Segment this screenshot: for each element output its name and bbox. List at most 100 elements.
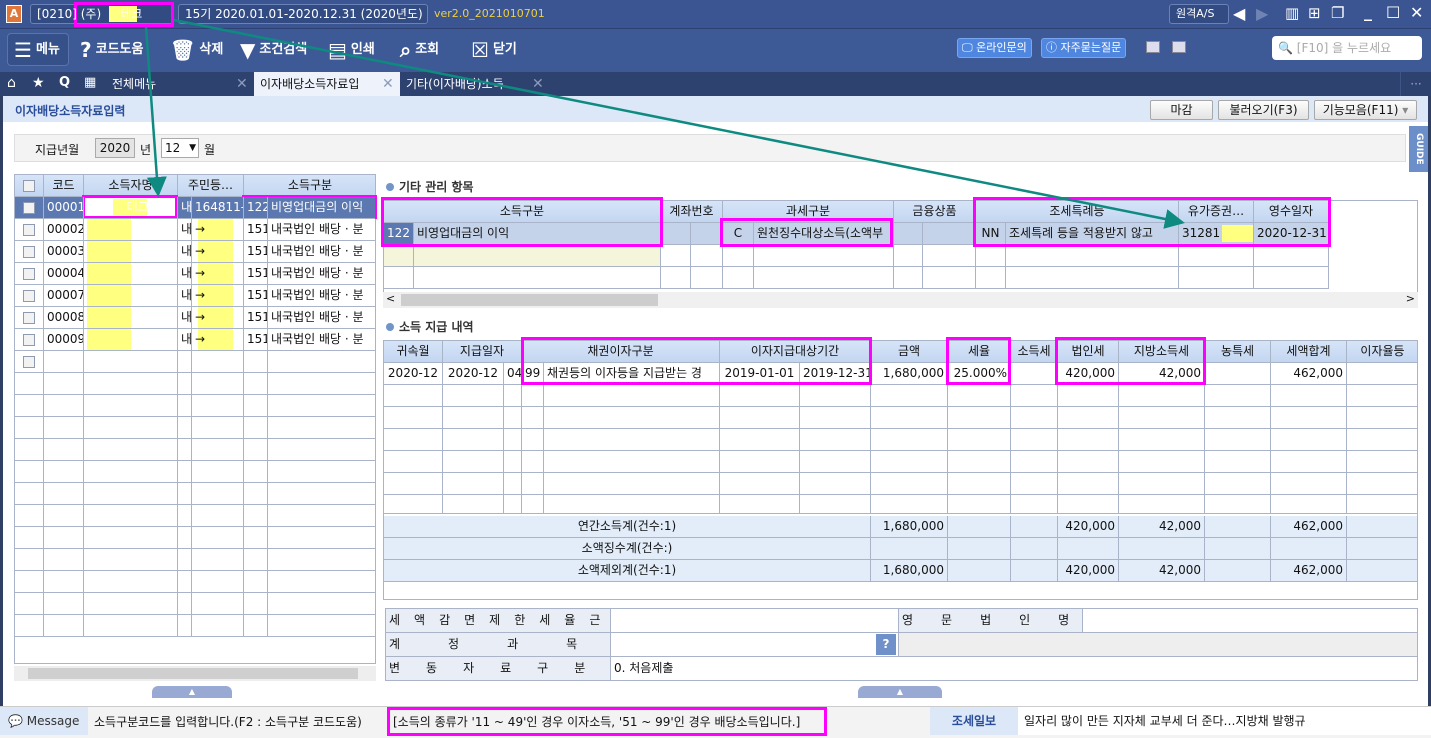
cell-amount[interactable]: 1,680,000 bbox=[871, 363, 948, 385]
empty-cell[interactable] bbox=[1179, 267, 1254, 289]
close-tab-icon[interactable]: ✕ bbox=[236, 72, 248, 96]
change-type-select[interactable]: 0. 처음제출 bbox=[610, 656, 1418, 681]
checkbox-icon[interactable] bbox=[23, 267, 35, 280]
cell-nat[interactable]: 내 bbox=[178, 241, 192, 263]
cell-to[interactable]: 2019-12-31 bbox=[800, 363, 871, 385]
empty-cell[interactable] bbox=[1347, 495, 1417, 514]
empty-cell[interactable] bbox=[384, 385, 443, 407]
cell-inc_name[interactable]: 비영업대금의 이익 bbox=[414, 223, 661, 245]
cell-rate[interactable]: 25.000% bbox=[948, 363, 1011, 385]
online-inquiry-button[interactable]: 🖵 온라인문의 bbox=[957, 38, 1032, 58]
tab-interest-dividend-input[interactable]: 이자배당소득자료입 ✕ bbox=[254, 72, 400, 96]
layout-left-icon[interactable] bbox=[1146, 41, 1160, 53]
empty-cell[interactable] bbox=[871, 407, 948, 429]
cell-nat[interactable]: 내 bbox=[178, 285, 192, 307]
year-input[interactable]: 2020 bbox=[95, 138, 135, 158]
cell-inc_name[interactable]: 내국법인 배당 · 분 bbox=[268, 263, 375, 285]
cell-bond_code[interactable]: 99 bbox=[522, 363, 544, 385]
row-checkbox[interactable] bbox=[15, 197, 44, 219]
checkbox-icon[interactable] bbox=[23, 223, 35, 236]
faq-button[interactable]: ⓘ 자주묻는질문 bbox=[1041, 38, 1127, 58]
empty-cell[interactable] bbox=[661, 267, 691, 289]
empty-cell[interactable] bbox=[522, 473, 544, 495]
more-tabs-icon[interactable]: ··· bbox=[1400, 72, 1431, 96]
minimize-icon[interactable]: _ bbox=[1364, 2, 1372, 21]
cell-empty[interactable] bbox=[691, 223, 723, 245]
empty-cell[interactable] bbox=[1011, 385, 1058, 407]
cell-name[interactable]: (주) 테크 bbox=[84, 197, 178, 219]
load-button[interactable]: 불러오기(F3) bbox=[1218, 100, 1309, 120]
empty-cell[interactable] bbox=[504, 495, 522, 514]
row-checkbox[interactable] bbox=[15, 351, 44, 373]
empty-cell[interactable] bbox=[1347, 451, 1417, 473]
menu-button[interactable]: ☰ 메뉴 bbox=[7, 33, 69, 66]
empty-cell[interactable] bbox=[948, 495, 1011, 514]
checkbox-icon[interactable] bbox=[23, 201, 35, 214]
empty-cell[interactable] bbox=[443, 385, 504, 407]
empty-cell[interactable] bbox=[1058, 385, 1119, 407]
cell-special_name[interactable]: 조세특례 등을 적용받지 않고 bbox=[1006, 223, 1179, 245]
checkbox-icon[interactable] bbox=[23, 311, 35, 324]
empty-cell[interactable] bbox=[1058, 429, 1119, 451]
cell-name[interactable] bbox=[84, 219, 178, 241]
cell-id[interactable]: → bbox=[192, 307, 244, 329]
empty-cell[interactable] bbox=[1254, 267, 1329, 289]
empty-cell[interactable] bbox=[544, 429, 720, 451]
row-checkbox[interactable] bbox=[15, 571, 44, 593]
empty-cell[interactable] bbox=[723, 245, 754, 267]
cell-inc_code[interactable]: 151 bbox=[244, 241, 268, 263]
empty-cell[interactable] bbox=[1011, 451, 1058, 473]
cell-inc_code[interactable]: 122 bbox=[244, 197, 268, 219]
empty-cell[interactable] bbox=[1205, 473, 1271, 495]
cell-name[interactable] bbox=[84, 241, 178, 263]
cell-pay_ym[interactable]: 2020-12 bbox=[443, 363, 504, 385]
checkbox-icon[interactable] bbox=[23, 289, 35, 302]
row-checkbox[interactable] bbox=[15, 329, 44, 351]
cell-corp_tax[interactable]: 420,000 bbox=[1058, 363, 1119, 385]
cell-id[interactable]: 164811- bbox=[192, 197, 244, 219]
back-arrow-icon[interactable]: ◀ bbox=[1233, 4, 1245, 23]
empty-cell[interactable] bbox=[800, 451, 871, 473]
empty-cell[interactable] bbox=[754, 245, 894, 267]
empty-cell[interactable] bbox=[443, 407, 504, 429]
empty-cell[interactable] bbox=[1347, 473, 1417, 495]
layout-right-icon[interactable] bbox=[1172, 41, 1186, 53]
empty-cell[interactable] bbox=[976, 267, 1006, 289]
empty-cell[interactable] bbox=[948, 451, 1011, 473]
cell-securities[interactable]: 31281 bbox=[1179, 223, 1254, 245]
cell-special_code[interactable]: NN bbox=[976, 223, 1006, 245]
empty-cell[interactable] bbox=[1254, 245, 1329, 267]
empty-cell[interactable] bbox=[504, 473, 522, 495]
cell-empty[interactable] bbox=[661, 223, 691, 245]
cell-bond_name[interactable]: 채권등의 이자등을 지급받는 경 bbox=[544, 363, 720, 385]
empty-cell[interactable] bbox=[894, 267, 923, 289]
empty-cell[interactable] bbox=[691, 267, 723, 289]
empty-cell[interactable] bbox=[1271, 385, 1347, 407]
empty-cell[interactable] bbox=[1119, 473, 1205, 495]
row-checkbox[interactable] bbox=[15, 307, 44, 329]
empty-cell[interactable] bbox=[1347, 407, 1417, 429]
empty-cell[interactable] bbox=[948, 429, 1011, 451]
tab-other-income[interactable]: 기타(이자배당)소득 ✕ bbox=[400, 72, 550, 96]
cell-id[interactable]: → bbox=[192, 263, 244, 285]
empty-cell[interactable] bbox=[1011, 429, 1058, 451]
empty-cell[interactable] bbox=[443, 495, 504, 514]
empty-cell[interactable] bbox=[443, 429, 504, 451]
close-tab-icon[interactable]: ✕ bbox=[532, 72, 544, 96]
checkbox-icon[interactable] bbox=[23, 333, 35, 346]
company-selector[interactable]: [0210] (주) 테크 bbox=[30, 4, 174, 24]
cell-tax_name[interactable]: 원천징수대상소득(소액부 bbox=[754, 223, 894, 245]
cell-nat[interactable]: 내 bbox=[178, 307, 192, 329]
empty-cell[interactable] bbox=[1205, 385, 1271, 407]
row-checkbox[interactable] bbox=[15, 373, 44, 395]
empty-cell[interactable] bbox=[384, 267, 414, 289]
checkbox-icon[interactable] bbox=[23, 245, 35, 258]
empty-cell[interactable] bbox=[720, 451, 800, 473]
empty-cell[interactable] bbox=[723, 267, 754, 289]
empty-cell[interactable] bbox=[661, 245, 691, 267]
book-icon[interactable]: ▥ bbox=[1285, 4, 1299, 22]
empty-cell[interactable] bbox=[544, 451, 720, 473]
empty-cell[interactable] bbox=[414, 267, 661, 289]
empty-cell[interactable] bbox=[1119, 385, 1205, 407]
row-checkbox[interactable] bbox=[15, 549, 44, 571]
